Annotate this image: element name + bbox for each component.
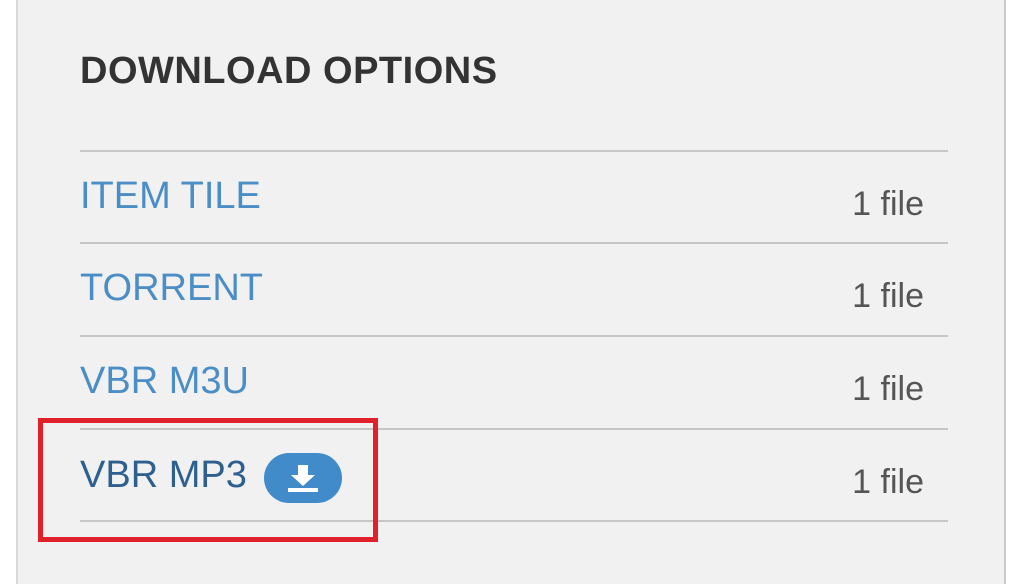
highlight-box — [38, 418, 378, 542]
divider — [80, 150, 948, 152]
divider — [80, 242, 948, 244]
torrent-count: 1 file — [852, 277, 924, 315]
item-tile-link[interactable]: ITEM TILE — [80, 174, 261, 218]
torrent-link[interactable]: TORRENT — [80, 266, 263, 310]
divider — [80, 335, 948, 337]
vbr-m3u-link[interactable]: VBR M3U — [80, 359, 249, 403]
section-title: DOWNLOAD OPTIONS — [80, 50, 498, 92]
vbr-m3u-count: 1 file — [852, 370, 924, 408]
item-tile-count: 1 file — [852, 185, 924, 223]
vbr-mp3-count: 1 file — [852, 463, 924, 501]
